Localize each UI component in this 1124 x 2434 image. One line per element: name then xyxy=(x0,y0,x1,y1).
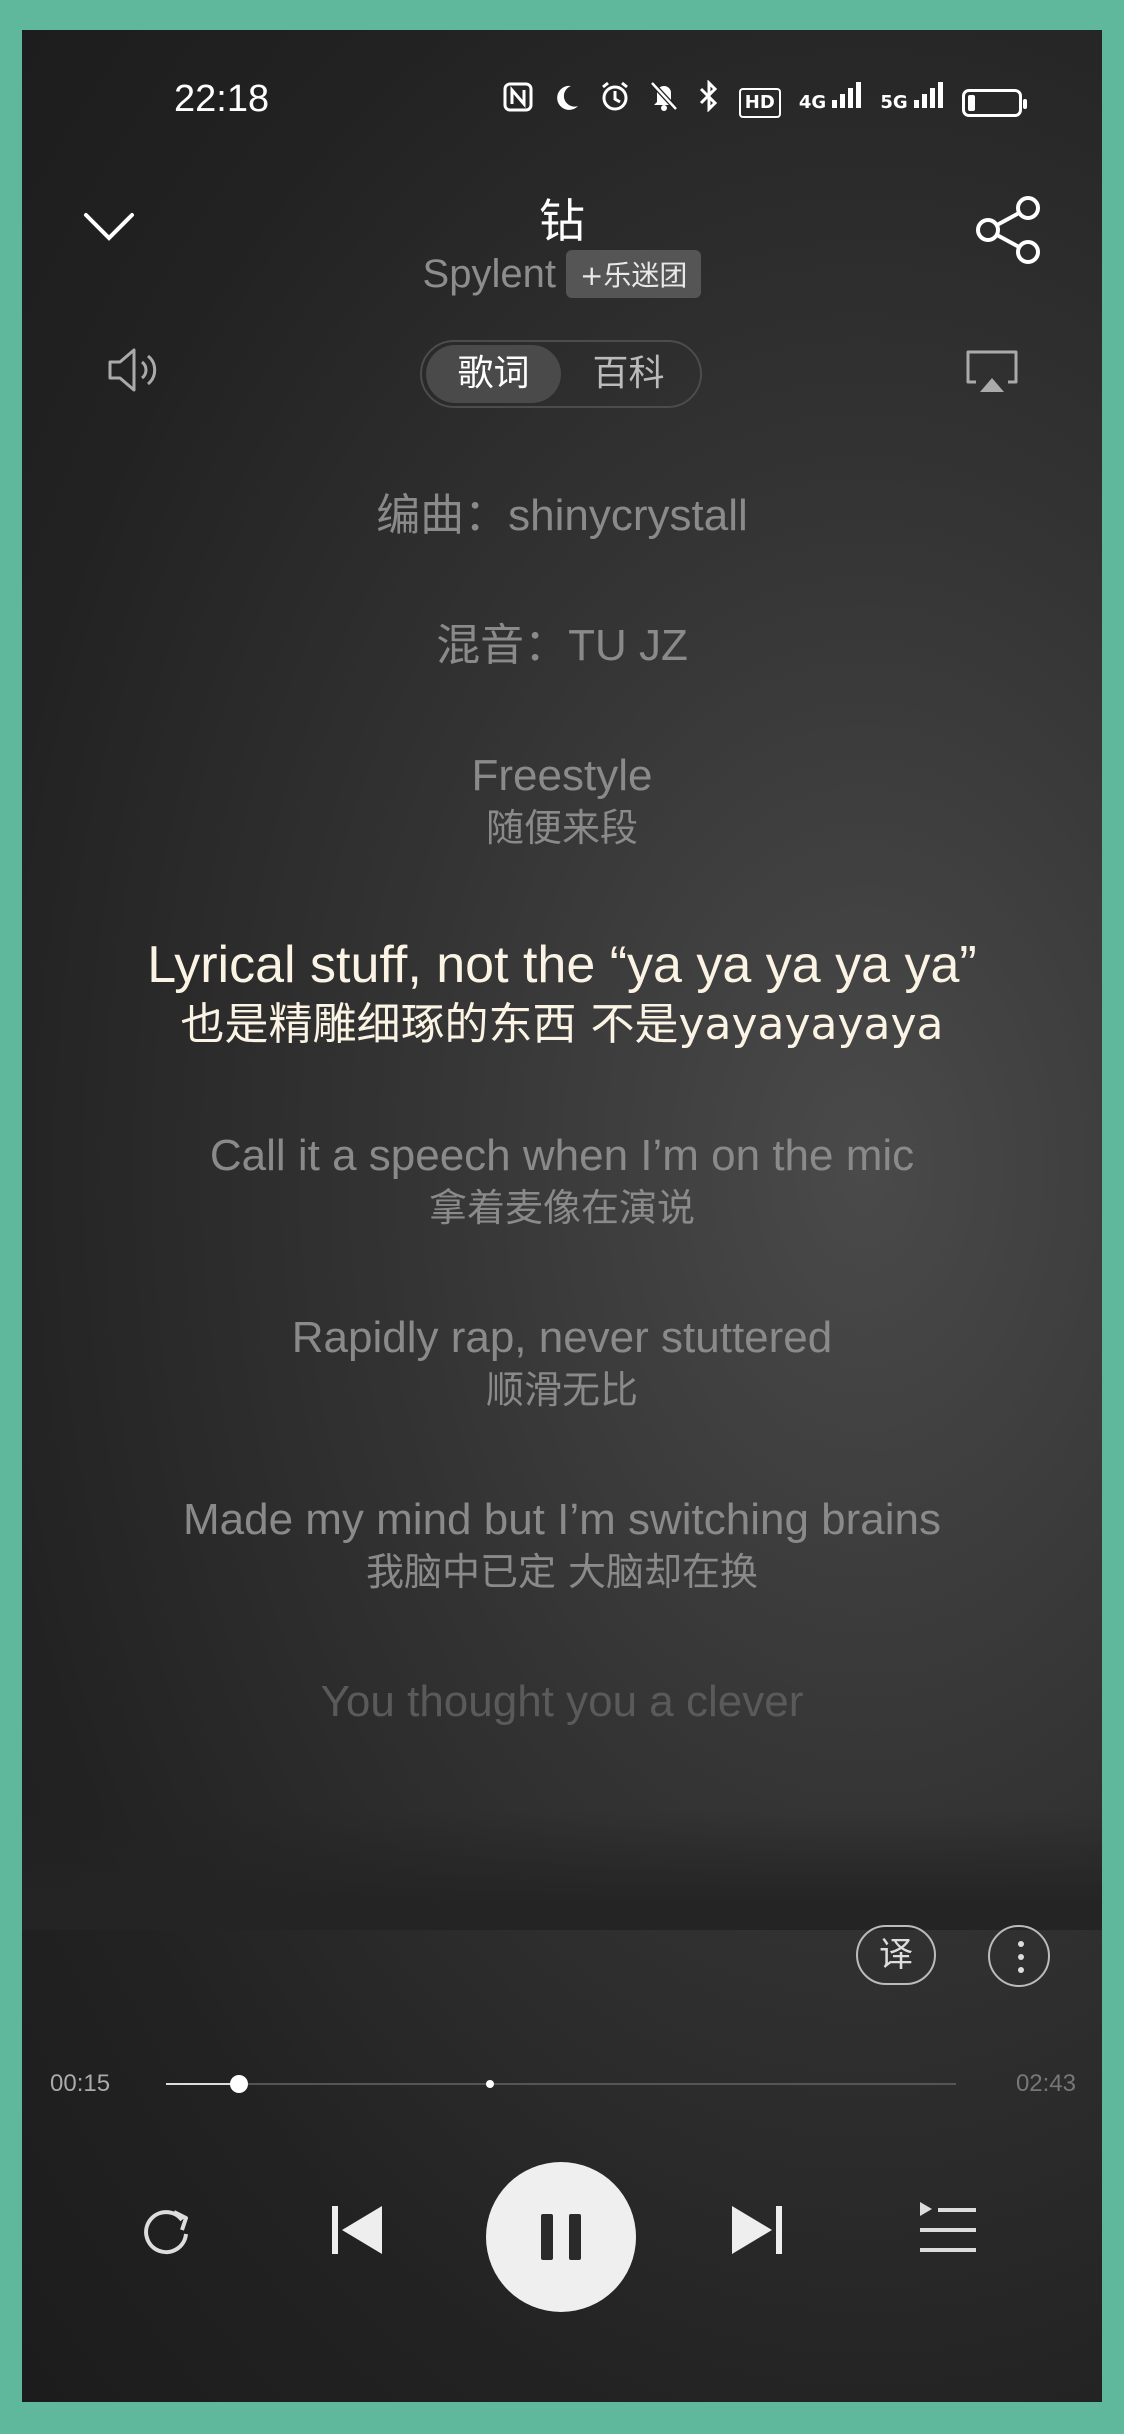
lyric-text: Call it a speech when I’m on the mic xyxy=(209,1131,915,1180)
song-title: 钻 xyxy=(539,194,585,248)
next-button[interactable] xyxy=(716,2190,796,2270)
lyric-line[interactable]: Rapidly rap, never stuttered 顺滑无比 xyxy=(142,1312,982,1416)
lyric-translation: 我脑中已定 大脑却在换 xyxy=(365,1550,759,1594)
lyric-line[interactable]: Call it a speech when I’m on the mic 拿着麦… xyxy=(142,1130,982,1234)
progress-played xyxy=(166,2083,239,2085)
nfc-icon xyxy=(503,78,533,128)
lyric-translation: 顺滑无比 xyxy=(485,1368,638,1412)
alarm-icon xyxy=(599,78,631,128)
cast-button[interactable] xyxy=(962,348,1022,408)
status-time: 22:18 xyxy=(174,78,270,120)
lyric-translation: 拿着麦像在演说 xyxy=(428,1186,695,1230)
share-icon xyxy=(976,196,1040,264)
repeat-icon xyxy=(144,2210,188,2255)
artist-line: Spylent +乐迷团 xyxy=(22,250,1102,298)
lyric-line[interactable]: 混音：TU JZ xyxy=(142,620,982,672)
status-icons: HD 4G 5G xyxy=(503,78,1027,128)
player-screen: 22:18 HD 4G 5G 钻 Spylent +乐迷团 歌词 百科 编曲：s… xyxy=(22,30,1102,2402)
mute-icon xyxy=(649,78,679,128)
5g-signal-icon: 5G xyxy=(880,78,944,128)
lyric-line-current[interactable]: Lyrical stuff, not the “ya ya ya ya ya” … xyxy=(142,932,982,1052)
lyrics-fade xyxy=(22,1810,1102,1930)
playlist-icon xyxy=(920,2202,976,2252)
hd-icon: HD xyxy=(738,88,781,118)
lyric-line[interactable]: You thought you a clever xyxy=(142,1676,982,1728)
current-time: 00:15 xyxy=(50,2070,111,2097)
moon-icon xyxy=(551,78,581,128)
lyric-text: 编曲：shinycrystall xyxy=(376,491,748,540)
total-time: 02:43 xyxy=(1015,2070,1076,2097)
progress-slider[interactable] xyxy=(166,2071,956,2097)
skip-previous-icon xyxy=(332,2206,382,2254)
volume-button[interactable] xyxy=(104,340,164,400)
bluetooth-icon xyxy=(697,78,721,128)
tab-wiki[interactable]: 百科 xyxy=(561,345,696,403)
speaker-icon xyxy=(108,348,157,392)
translate-button[interactable]: 译 xyxy=(856,1925,936,1985)
share-button[interactable] xyxy=(970,190,1050,270)
previous-button[interactable] xyxy=(318,2190,398,2270)
fan-club-button[interactable]: +乐迷团 xyxy=(565,250,702,298)
tab-lyrics[interactable]: 歌词 xyxy=(426,345,561,403)
lyrics-list[interactable]: 编曲：shinycrystall 混音：TU JZ Freestyle 随便来段… xyxy=(142,490,982,1806)
lyric-text: 混音：TU JZ xyxy=(436,621,688,670)
skip-next-icon xyxy=(732,2206,782,2254)
progress-track xyxy=(166,2083,956,2085)
lyric-text: Lyrical stuff, not the “ya ya ya ya ya” xyxy=(147,936,977,994)
lyric-line[interactable]: Freestyle 随便来段 xyxy=(142,750,982,854)
lyric-line[interactable]: 编曲：shinycrystall xyxy=(142,490,982,542)
lyric-translation: 随便来段 xyxy=(485,806,638,850)
airplay-icon xyxy=(966,350,1018,392)
lyric-text: Rapidly rap, never stuttered xyxy=(291,1313,833,1362)
lyric-line[interactable]: Made my mind but I’m switching brains 我脑… xyxy=(142,1494,982,1598)
progress-marker xyxy=(485,2080,494,2088)
pause-button[interactable] xyxy=(486,2162,636,2312)
battery-icon xyxy=(962,89,1027,117)
lyric-text: You thought you a clever xyxy=(320,1677,804,1726)
lyric-translation: 也是精雕细琢的东西 不是yayayayaya xyxy=(180,999,944,1050)
playlist-button[interactable] xyxy=(908,2190,988,2270)
progress-knob[interactable] xyxy=(229,2075,248,2093)
lyric-text: Made my mind but I’m switching brains xyxy=(182,1495,942,1544)
artist-name[interactable]: Spylent xyxy=(423,252,556,297)
4g-signal-icon: 4G xyxy=(799,78,863,128)
lyric-text: Freestyle xyxy=(471,751,653,800)
repeat-button[interactable] xyxy=(124,2190,204,2270)
status-bar: 22:18 HD 4G 5G xyxy=(22,78,1102,128)
more-button[interactable] xyxy=(988,1925,1050,1987)
tab-switcher: 歌词 百科 xyxy=(420,340,702,408)
